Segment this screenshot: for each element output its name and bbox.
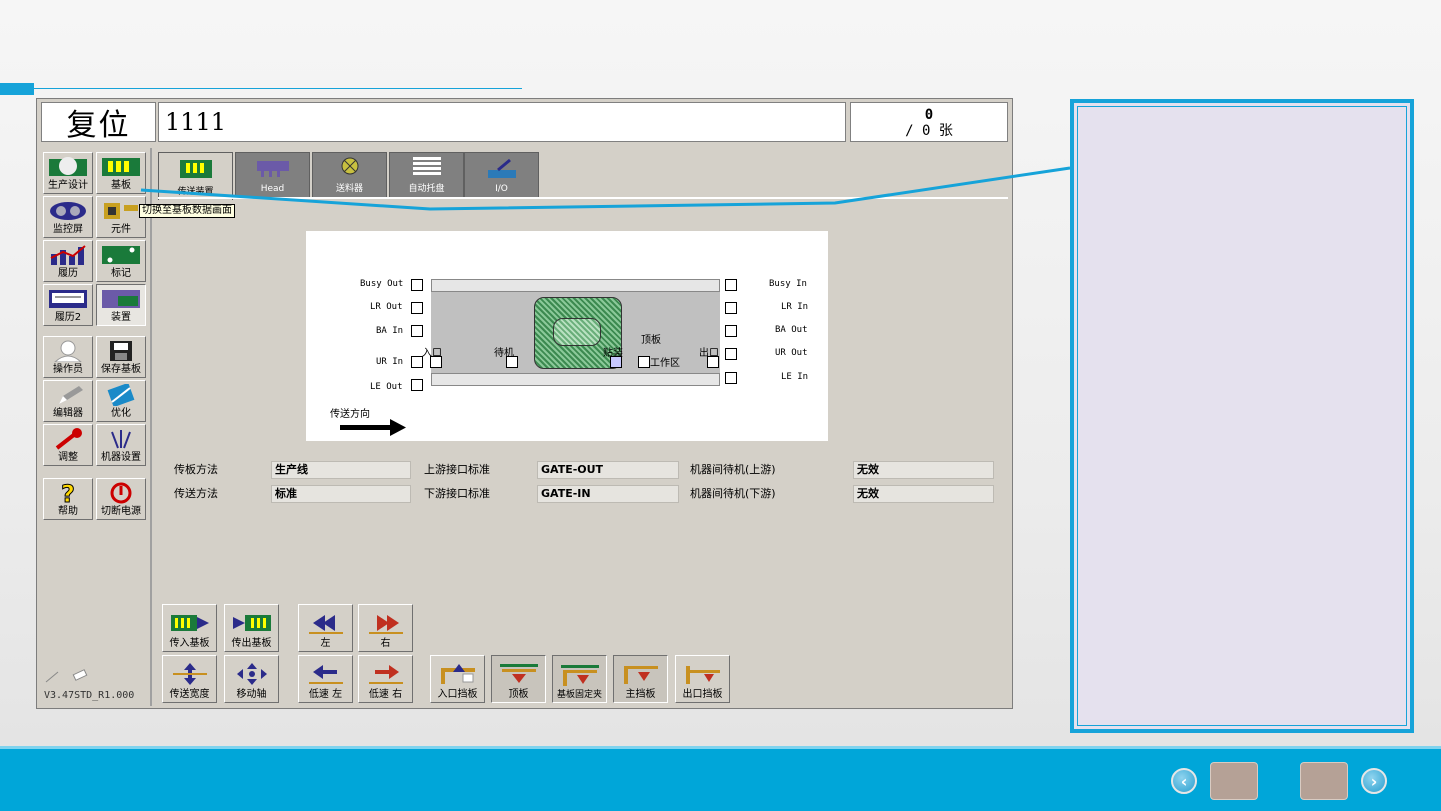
chevron-right-icon[interactable]: › — [1361, 768, 1387, 794]
chevron-left-icon[interactable]: ‹ — [1171, 768, 1197, 794]
next-slide-button[interactable] — [1300, 762, 1348, 800]
callout-note-inner — [1077, 106, 1407, 726]
prev-slide-button[interactable] — [1210, 762, 1258, 800]
